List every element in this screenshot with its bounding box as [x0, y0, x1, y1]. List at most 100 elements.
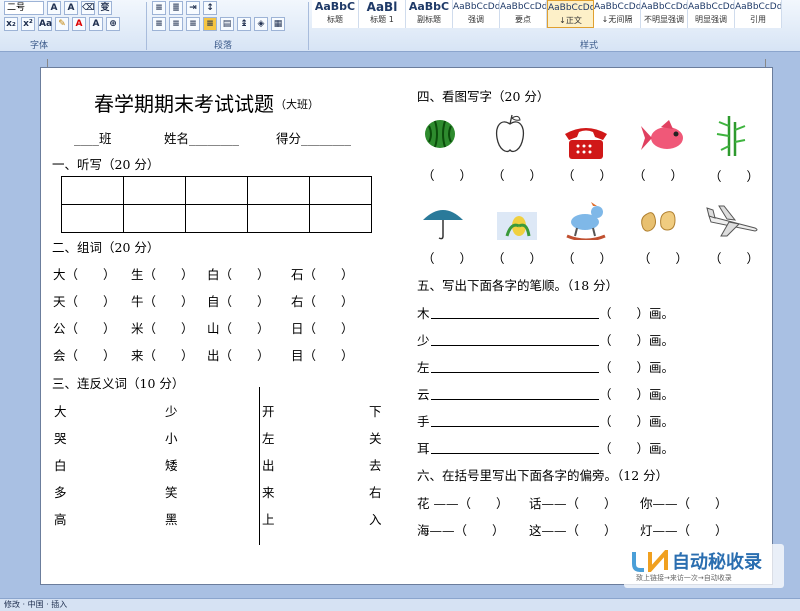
style-3[interactable]: AaBbCcDd 强调	[453, 0, 500, 28]
corner-mark	[40, 59, 48, 67]
subscript-icon[interactable]: x₂	[4, 17, 18, 31]
indent-icon[interactable]: ⇥	[186, 1, 200, 15]
stroke-count-blank[interactable]: （ ）画。	[599, 357, 674, 376]
section-stroke-order: 五、写出下面各字的笔顺。（18 分）	[417, 278, 619, 293]
paren-blank[interactable]: （ ）	[492, 165, 542, 184]
style-name: 明显强调	[695, 15, 727, 24]
radical-item[interactable]: 话——（ ）	[529, 493, 617, 512]
font-size-select[interactable]: 二号	[4, 1, 44, 15]
style-name: ↓正文	[559, 16, 582, 25]
document-page[interactable]: 春学期期末考试试题 （大班） ____班 姓名________ 得分______…	[40, 59, 773, 585]
style-5[interactable]: AaBbCcDd ↓正文	[547, 0, 594, 28]
paren-blank[interactable]: （ ）	[422, 248, 472, 267]
antonym-char: 开	[262, 404, 275, 419]
style-0[interactable]: AaBbC 标题	[312, 0, 359, 28]
shading-icon[interactable]: ◈	[254, 17, 268, 31]
style-2[interactable]: AaBbC 副标题	[406, 0, 453, 28]
word-building-item[interactable]: 目（ ）	[291, 345, 354, 364]
radical-item[interactable]: 花 ——（ ）	[417, 493, 508, 512]
sort-icon[interactable]: ↕	[203, 1, 217, 15]
word-building-item[interactable]: 自（ ）	[207, 291, 270, 310]
style-4[interactable]: AaBbCcDd 要点	[500, 0, 547, 28]
stroke-count-blank[interactable]: （ ）画。	[599, 438, 674, 457]
numbering-icon[interactable]: ≣	[169, 1, 183, 15]
enclose-char-icon[interactable]: ⊕	[106, 17, 120, 31]
section-antonyms: 三、连反义词（10 分）	[52, 376, 185, 391]
align-center-icon[interactable]: ≡	[169, 17, 183, 31]
word-building-item[interactable]: 牛（ ）	[131, 291, 194, 310]
paren-blank[interactable]: （ ）	[709, 248, 759, 267]
change-case-icon[interactable]: Aa	[38, 17, 52, 31]
radical-item[interactable]: 海——（ ）	[417, 520, 505, 539]
antonym-char: 少	[165, 404, 178, 419]
style-7[interactable]: AaBbCcDd 不明显强调	[641, 0, 688, 28]
stroke-count-blank[interactable]: （ ）画。	[599, 411, 674, 430]
distribute-icon[interactable]: ▤	[220, 17, 234, 31]
watermark-subtext: 致上链接→来访一次→自动收录	[636, 574, 732, 582]
antonym-char: 哭	[54, 431, 67, 446]
align-left-icon[interactable]: ≡	[152, 17, 166, 31]
word-building-item[interactable]: 山（ ）	[207, 318, 270, 337]
answer-line[interactable]	[431, 345, 599, 346]
style-8[interactable]: AaBbCcDd 明显强调	[688, 0, 735, 28]
separator	[308, 2, 309, 50]
word-building-item[interactable]: 米（ ）	[131, 318, 194, 337]
word-building-item[interactable]: 石（ ）	[291, 264, 354, 283]
line-spacing-icon[interactable]: ↨	[237, 17, 251, 31]
word-building-item[interactable]: 白（ ）	[207, 264, 270, 283]
shrink-font-icon[interactable]: A	[64, 1, 78, 15]
paren-blank[interactable]: （ ）	[562, 165, 612, 184]
answer-line[interactable]	[431, 318, 599, 319]
char-shading-icon[interactable]: A	[89, 17, 103, 31]
word-building-item[interactable]: 生（ ）	[131, 264, 194, 283]
highlight-icon[interactable]: ✎	[55, 17, 69, 31]
stroke-count-blank[interactable]: （ ）画。	[599, 384, 674, 403]
borders-icon[interactable]: ▦	[271, 17, 285, 31]
section-radicals: 六、在括号里写出下面各字的偏旁。（12 分）	[417, 468, 669, 483]
word-building-item[interactable]: 来（ ）	[131, 345, 194, 364]
styles-group-label: 样式	[580, 41, 599, 51]
word-building-item[interactable]: 出（ ）	[207, 345, 270, 364]
radical-item[interactable]: 灯——（ ）	[640, 520, 728, 539]
word-building-item[interactable]: 日（ ）	[291, 318, 354, 337]
justify-icon[interactable]: ≡	[203, 17, 217, 31]
stroke-count-blank[interactable]: （ ）画。	[599, 330, 674, 349]
word-building-item[interactable]: 右（ ）	[291, 291, 354, 310]
style-preview: AaBbCcDd	[548, 3, 593, 13]
paren-blank[interactable]: （ ）	[492, 248, 542, 267]
antonym-char: 矮	[165, 458, 178, 473]
antonym-char: 去	[369, 458, 382, 473]
answer-line[interactable]	[431, 399, 599, 400]
paren-blank[interactable]: （ ）	[709, 166, 759, 185]
word-building-item[interactable]: 大（ ）	[53, 264, 116, 283]
radical-item[interactable]: 你——（ ）	[640, 493, 728, 512]
style-6[interactable]: AaBbCcDd ↓无间隔	[594, 0, 641, 28]
paren-blank[interactable]: （ ）	[422, 165, 472, 184]
radical-item[interactable]: 这——（ ）	[529, 520, 617, 539]
answer-line[interactable]	[431, 372, 599, 373]
bullets-icon[interactable]: ≡	[152, 1, 166, 15]
clear-format-icon[interactable]: ⌫	[81, 1, 95, 15]
word-building-item[interactable]: 会（ ）	[53, 345, 116, 364]
style-preview: AaBbCcDd	[641, 2, 687, 12]
paren-blank[interactable]: （ ）	[638, 248, 688, 267]
align-right-icon[interactable]: ≡	[186, 17, 200, 31]
answer-line[interactable]	[431, 453, 599, 454]
word-building-item[interactable]: 公（ ）	[53, 318, 116, 337]
style-1[interactable]: AaBl 标题 1	[359, 0, 406, 28]
style-name: 副标题	[417, 15, 441, 24]
word-building-item[interactable]: 天（ ）	[53, 291, 116, 310]
paren-blank[interactable]: （ ）	[633, 165, 683, 184]
style-preview: AaBbC	[314, 0, 356, 13]
stroke-count-blank[interactable]: （ ）画。	[599, 303, 674, 322]
phonetic-icon[interactable]: 变	[98, 1, 112, 15]
watermelon-icon	[425, 120, 455, 148]
superscript-icon[interactable]: x²	[21, 17, 35, 31]
paren-blank[interactable]: （ ）	[562, 248, 612, 267]
grow-font-icon[interactable]: A	[47, 1, 61, 15]
style-9[interactable]: AaBbCcDd 引用	[735, 0, 782, 28]
font-color-icon[interactable]: A	[72, 17, 86, 31]
antonym-char: 白	[54, 458, 67, 473]
answer-line[interactable]	[431, 426, 599, 427]
separator	[146, 2, 147, 50]
